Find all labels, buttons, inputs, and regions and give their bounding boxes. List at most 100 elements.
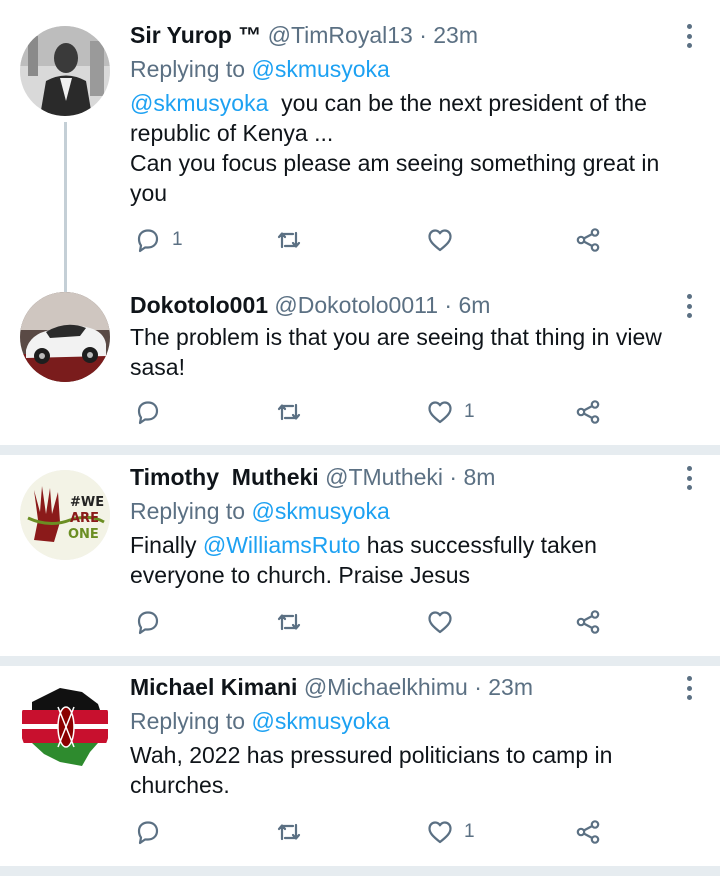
share-button[interactable] (574, 224, 602, 256)
timestamp[interactable]: 6m (458, 292, 490, 318)
reply-button[interactable] (134, 396, 172, 428)
replying-mention-link[interactable]: @skmusyoka (251, 498, 389, 524)
replying-mention-link[interactable]: @skmusyoka (251, 56, 389, 82)
tweet-2[interactable]: Dokotolo001 @Dokotolo0011 · 6m The probl… (0, 292, 720, 432)
text-line: Can you focus please am seeing something… (130, 150, 660, 176)
mention-link[interactable]: @skmusyoka (130, 90, 268, 116)
user-handle[interactable]: @Dokotolo0011 (274, 292, 438, 318)
display-name[interactable]: Sir Yurop ™ (130, 22, 261, 48)
display-name[interactable]: Michael Kimani (130, 674, 297, 700)
display-name[interactable]: Timothy Mutheki (130, 464, 319, 490)
replying-mention-link[interactable]: @skmusyoka (251, 708, 389, 734)
avatar-text-we: #WE (70, 495, 104, 510)
share-icon (576, 820, 600, 844)
retweet-icon (277, 613, 301, 631)
text-segment: has successfully taken (366, 532, 597, 558)
text-line: Wah, 2022 has pressured politicians to c… (130, 742, 613, 768)
tweet-separator (0, 866, 720, 876)
reply-count: 1 (172, 229, 183, 250)
dot-separator: · (474, 674, 482, 700)
tweet-separator (0, 445, 720, 455)
share-icon (576, 228, 600, 252)
like-icon (428, 401, 452, 424)
avatar[interactable]: #WE ARE ONE (20, 470, 110, 560)
dot-separator: · (449, 464, 458, 490)
like-button[interactable]: 1 (426, 396, 475, 428)
mention-link[interactable]: @WilliamsRuto (203, 532, 361, 558)
thread-line (64, 122, 67, 302)
reply-button[interactable] (134, 606, 172, 638)
like-button[interactable] (426, 224, 464, 256)
tweet-header: Sir Yurop ™ @TimRoyal13 · 23m (130, 22, 478, 49)
like-count: 1 (464, 821, 475, 842)
tweet-feed: Sir Yurop ™ @TimRoyal13 · 23m Replying t… (0, 0, 720, 876)
tweet-header: Timothy Mutheki @TMutheki · 8m (130, 464, 495, 491)
retweet-button[interactable] (275, 396, 303, 428)
reply-icon (137, 401, 159, 425)
avatar-text-one: ONE (68, 527, 99, 542)
user-handle[interactable]: @Michaelkhimu (304, 674, 468, 700)
tweet-text: Wah, 2022 has pressured politicians to c… (130, 740, 690, 800)
retweet-button[interactable] (275, 816, 303, 848)
avatar-text-are: ARE (70, 511, 99, 526)
user-handle[interactable]: @TMutheki (325, 464, 443, 490)
like-count: 1 (464, 401, 475, 422)
tweet-separator (0, 656, 720, 666)
tweet-4[interactable]: Michael Kimani @Michaelkhimu · 23m Reply… (0, 674, 720, 854)
retweet-icon (277, 823, 301, 841)
retweet-button[interactable] (275, 224, 303, 256)
avatar[interactable] (20, 292, 110, 382)
text-line: you (130, 180, 168, 206)
reply-button[interactable] (134, 816, 172, 848)
tweet-header: Michael Kimani @Michaelkhimu · 23m (130, 674, 533, 701)
share-button[interactable] (574, 816, 602, 848)
avatar[interactable] (20, 680, 110, 770)
retweet-icon (277, 231, 301, 249)
text-line: sasa! (130, 354, 185, 380)
like-button[interactable]: 1 (426, 816, 475, 848)
share-icon (576, 610, 600, 634)
action-bar: 1 (130, 816, 610, 848)
text-line: everyone to church. Praise Jesus (130, 562, 471, 588)
timestamp[interactable]: 23m (433, 22, 478, 48)
reply-icon (137, 821, 159, 845)
dot-separator: · (444, 292, 453, 318)
tweet-1[interactable]: Sir Yurop ™ @TimRoyal13 · 23m Replying t… (0, 22, 720, 302)
tweet-text: Finally @WilliamsRuto has successfully t… (130, 530, 690, 590)
like-button[interactable] (426, 606, 464, 638)
reply-icon (137, 229, 159, 253)
action-bar: 1 (130, 224, 610, 256)
replying-to: Replying to @skmusyoka (130, 708, 390, 735)
text-line: The problem is that you are seeing that … (130, 324, 662, 350)
reply-icon (137, 611, 159, 635)
user-handle[interactable]: @TimRoyal13 (268, 22, 413, 48)
tweet-text: @skmusyoka you can be the next president… (130, 88, 690, 208)
share-button[interactable] (574, 606, 602, 638)
avatar[interactable] (20, 26, 110, 116)
share-button[interactable] (574, 396, 602, 428)
timestamp[interactable]: 8m (463, 464, 495, 490)
timestamp[interactable]: 23m (488, 674, 533, 700)
more-options-icon[interactable] (684, 294, 694, 318)
text-line: churches. (130, 772, 230, 798)
more-options-icon[interactable] (684, 676, 694, 700)
display-name[interactable]: Dokotolo001 (130, 292, 268, 318)
replying-label: Replying to (130, 708, 246, 734)
text-line: republic of Kenya ... (130, 120, 334, 146)
dot-separator: · (419, 22, 427, 48)
text-segment: Finally (130, 532, 197, 558)
like-icon (428, 821, 452, 844)
reply-button[interactable]: 1 (134, 224, 183, 256)
retweet-button[interactable] (275, 606, 303, 638)
replying-label: Replying to (130, 498, 246, 524)
like-icon (428, 229, 452, 252)
retweet-icon (277, 403, 301, 421)
more-options-icon[interactable] (684, 466, 694, 490)
replying-to: Replying to @skmusyoka (130, 498, 390, 525)
replying-to: Replying to @skmusyoka (130, 56, 390, 83)
tweet-3[interactable]: #WE ARE ONE Timothy Mutheki @TMutheki · … (0, 464, 720, 644)
like-icon (428, 611, 452, 634)
more-options-icon[interactable] (684, 24, 694, 48)
replying-label: Replying to (130, 56, 246, 82)
share-icon (576, 400, 600, 424)
